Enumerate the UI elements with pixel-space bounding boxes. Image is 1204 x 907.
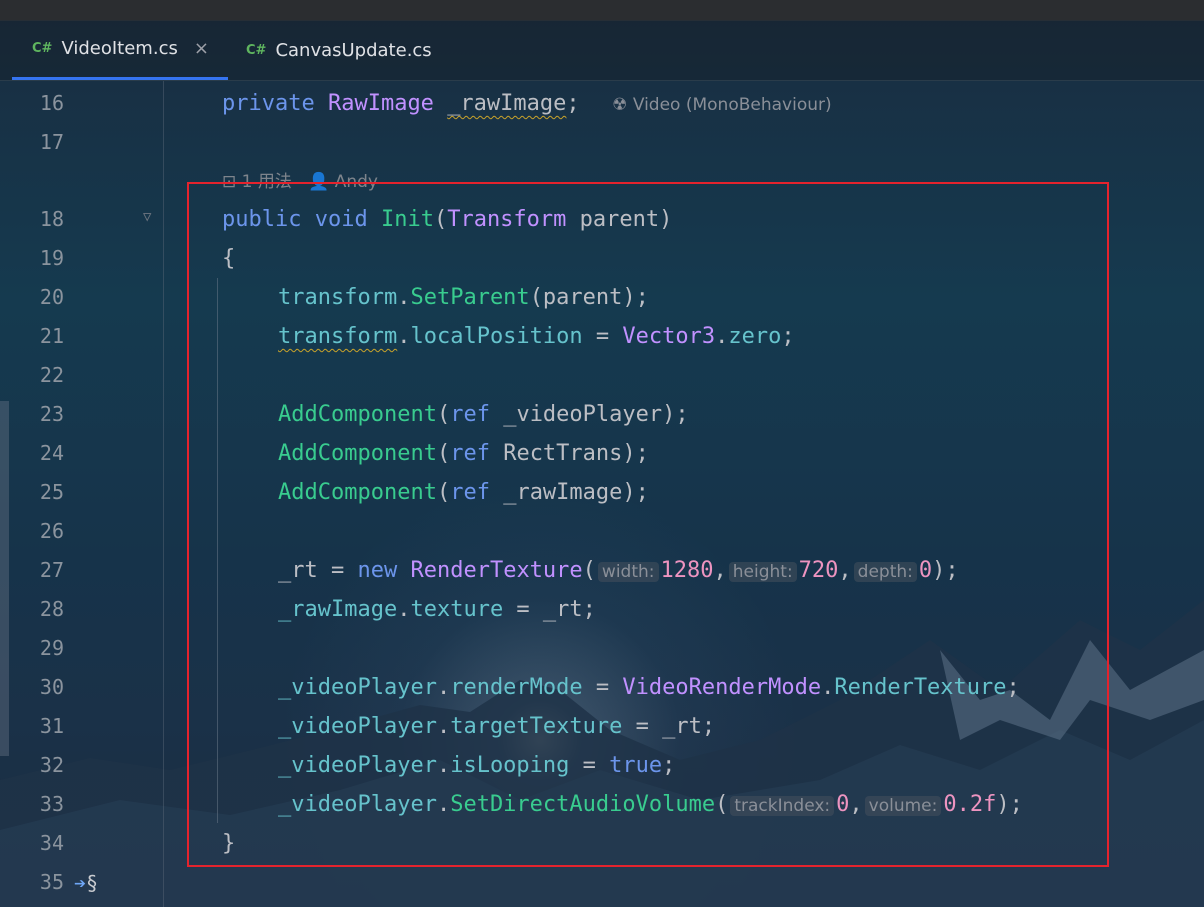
gutter-separator [163, 81, 164, 907]
line-number: 34 [39, 831, 64, 855]
line-number: 21 [39, 324, 64, 348]
tag-icon[interactable]: § [86, 871, 98, 895]
line-number: 35 [39, 870, 64, 894]
editor-tab-bar: C# VideoItem.cs × C# CanvasUpdate.cs [0, 20, 1204, 81]
line-number: 19 [39, 246, 64, 270]
unity-inlay-hint[interactable]: ☢ Video (MonoBehaviour) [608, 95, 835, 115]
code-line-16[interactable]: private RawImage _rawImage; ☢ Video (Mon… [222, 84, 838, 123]
implementation-arrow-icon[interactable]: ➔ [74, 871, 86, 895]
unity-icon: ☢ [612, 95, 628, 115]
csharp-file-icon: C# [32, 41, 53, 56]
tab-canvasupdate[interactable]: C# CanvasUpdate.cs [246, 20, 432, 80]
line-number: 20 [39, 285, 64, 309]
line-number: 28 [39, 597, 64, 621]
token: ; [566, 91, 580, 116]
token: private [222, 91, 315, 116]
tab-videoitem[interactable]: C# VideoItem.cs × [12, 20, 228, 80]
inlay-text: Video (MonoBehaviour) [632, 95, 832, 115]
line-number: 29 [39, 636, 64, 660]
line-number: 23 [39, 402, 64, 426]
line-number: 31 [39, 714, 64, 738]
line-number: 16 [39, 91, 64, 115]
line-number: 24 [39, 441, 64, 465]
window-top-strip [0, 0, 1204, 21]
tab-label: VideoItem.cs [61, 38, 178, 59]
csharp-file-icon: C# [246, 42, 267, 58]
line-number: 30 [39, 675, 64, 699]
line-number: 25 [39, 480, 64, 504]
gutter-icons-35[interactable]: ➔§ [74, 869, 98, 897]
token: RawImage [327, 91, 434, 116]
red-highlight-box [187, 182, 1109, 867]
fold-chevron-icon[interactable]: ▽ [143, 209, 151, 225]
tab-label: CanvasUpdate.cs [275, 39, 432, 61]
line-number: 17 [39, 130, 64, 154]
line-number: 32 [39, 753, 64, 777]
line-number: 26 [39, 519, 64, 543]
line-number: 27 [39, 558, 64, 582]
code-editor[interactable]: 16 17 18 19 20 21 22 23 24 25 26 27 28 2… [0, 81, 1204, 907]
line-number: 18 [39, 207, 64, 231]
line-number: 33 [39, 792, 64, 816]
line-number: 22 [39, 363, 64, 387]
close-icon[interactable]: × [194, 38, 209, 59]
token: _rawImage [447, 91, 567, 116]
